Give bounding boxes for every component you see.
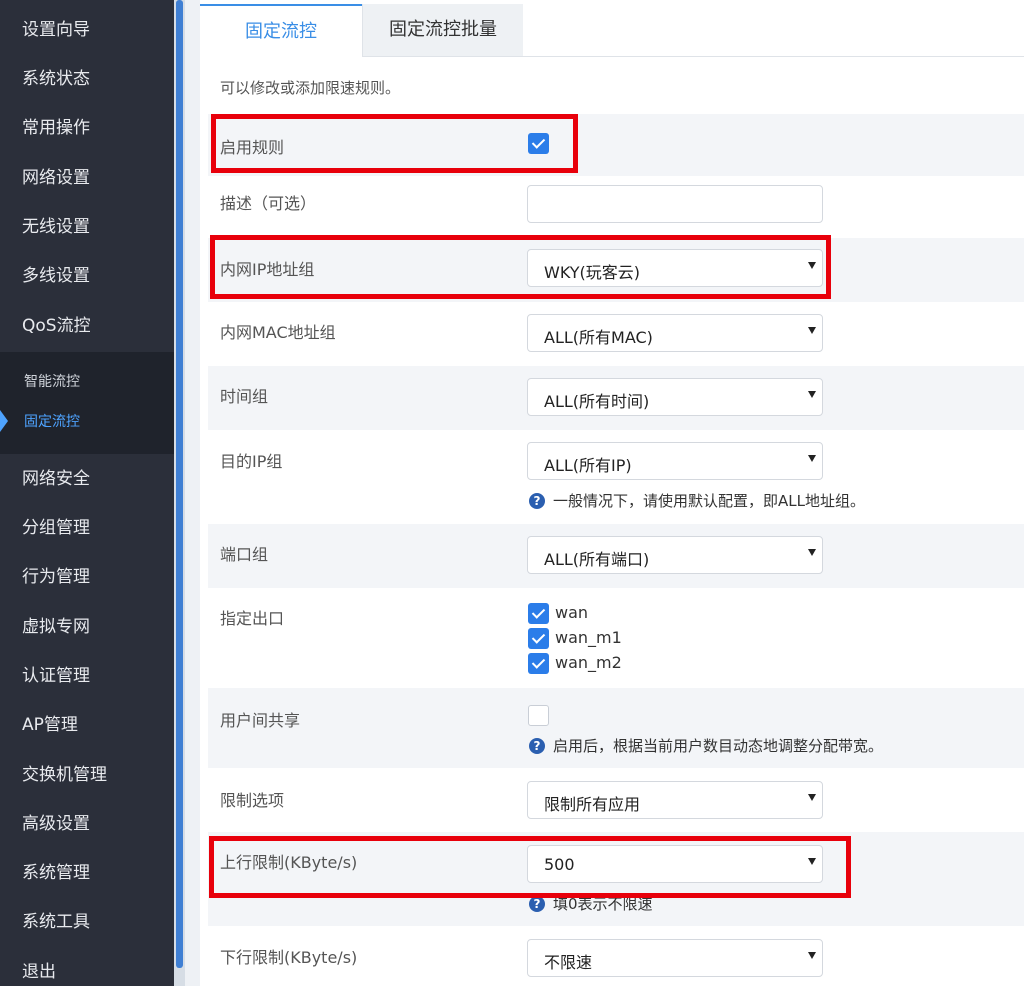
port-group-label: 端口组 — [220, 545, 269, 564]
ip-group-value: WKY(玩客云) — [544, 263, 641, 282]
upload-select[interactable]: 500 — [527, 845, 823, 883]
gutter — [185, 0, 200, 986]
main-panel: 固定流控 固定流控批量 可以修改或添加限速规则。 启用规则 描述（可选） 内网I… — [200, 0, 1024, 986]
scrollbar-thumb[interactable] — [176, 0, 183, 968]
row-outlet: 指定出口 wan wan_m1 wan_m2 — [208, 588, 1024, 688]
qos-submenu: 智能流控 固定流控 — [0, 352, 174, 454]
upload-value: 500 — [544, 855, 575, 874]
share-label: 用户间共享 — [220, 711, 301, 730]
chevron-down-icon — [808, 391, 816, 398]
nav-item-ap-mgmt[interactable]: AP管理 — [0, 701, 174, 750]
outlet-label: 指定出口 — [220, 609, 285, 628]
row-description: 描述（可选） — [208, 176, 1024, 238]
dest-ip-group-select[interactable]: ALL(所有IP) — [527, 442, 823, 480]
description-input[interactable] — [527, 185, 823, 223]
nav-item-switch-mgmt[interactable]: 交换机管理 — [0, 751, 174, 800]
question-icon: ? — [529, 493, 545, 509]
port-group-value: ALL(所有端口) — [544, 550, 650, 569]
share-checkbox[interactable] — [528, 705, 549, 726]
sidebar-scrollbar[interactable] — [174, 0, 185, 986]
row-share: 用户间共享 ? 启用后，根据当前用户数目动态地调整分配带宽。 — [208, 688, 1024, 768]
limit-option-value: 限制所有应用 — [544, 795, 641, 814]
mac-group-select[interactable]: ALL(所有MAC) — [527, 314, 823, 352]
row-mac-group: 内网MAC地址组 ALL(所有MAC) — [208, 302, 1024, 366]
mac-group-value: ALL(所有MAC) — [544, 328, 653, 347]
outlet-wan-m1-label: wan_m1 — [555, 628, 622, 647]
tab-fixed-flow-batch[interactable]: 固定流控批量 — [362, 4, 523, 56]
chevron-down-icon — [808, 327, 816, 334]
row-enable: 启用规则 — [208, 114, 1024, 176]
nav-item-common-ops[interactable]: 常用操作 — [0, 104, 174, 153]
chevron-down-icon — [808, 455, 816, 462]
nav-item-network-settings[interactable]: 网络设置 — [0, 154, 174, 203]
download-label: 下行限制(KByte/s) — [220, 948, 358, 967]
limit-option-select[interactable]: 限制所有应用 — [527, 781, 823, 819]
port-group-select[interactable]: ALL(所有端口) — [527, 536, 823, 574]
row-ip-group: 内网IP地址组 WKY(玩客云) — [208, 238, 1024, 302]
nav-item-vpn[interactable]: 虚拟专网 — [0, 603, 174, 652]
description-label: 描述（可选） — [220, 194, 317, 213]
outlet-wan-m2-label: wan_m2 — [555, 653, 622, 672]
dest-ip-group-label: 目的IP组 — [220, 452, 283, 471]
nav-item-setup-wizard[interactable]: 设置向导 — [0, 6, 174, 55]
chevron-down-icon — [808, 262, 816, 269]
enable-label: 启用规则 — [220, 138, 285, 157]
outlet-wan-label: wan — [555, 603, 589, 622]
row-dest-ip-group: 目的IP组 ALL(所有IP) ? 一般情况下，请使用默认配置，即ALL地址组。 — [208, 430, 1024, 524]
nav-item-qos[interactable]: QoS流控 — [0, 302, 174, 351]
upload-help: 填0表示不限速 — [553, 895, 653, 913]
row-upload: 上行限制(KByte/s) 500 ? 填0表示不限速 — [208, 832, 1024, 926]
nav-item-wireless-settings[interactable]: 无线设置 — [0, 203, 174, 252]
active-indicator-icon — [0, 410, 8, 432]
row-time-group: 时间组 ALL(所有时间) — [208, 366, 1024, 430]
ip-group-label: 内网IP地址组 — [220, 260, 315, 279]
nav-item-network-security[interactable]: 网络安全 — [0, 455, 174, 504]
nav-item-auth-mgmt[interactable]: 认证管理 — [0, 652, 174, 701]
nav-item-advanced[interactable]: 高级设置 — [0, 800, 174, 849]
question-icon: ? — [529, 896, 545, 912]
mac-group-label: 内网MAC地址组 — [220, 323, 336, 342]
row-download: 下行限制(KByte/s) 不限速 — [208, 926, 1024, 986]
sub-item-smart-flow[interactable]: 智能流控 — [0, 363, 174, 401]
time-group-select[interactable]: ALL(所有时间) — [527, 378, 823, 416]
limit-option-label: 限制选项 — [220, 791, 285, 810]
chevron-down-icon — [808, 952, 816, 959]
ip-group-select[interactable]: WKY(玩客云) — [527, 249, 823, 287]
download-value: 不限速 — [544, 953, 593, 972]
nav-item-multi-line[interactable]: 多线设置 — [0, 252, 174, 301]
outlet-wan-checkbox[interactable] — [528, 603, 549, 624]
row-limit-option: 限制选项 限制所有应用 — [208, 768, 1024, 832]
dest-ip-group-value: ALL(所有IP) — [544, 456, 632, 475]
download-select[interactable]: 不限速 — [527, 939, 823, 977]
row-port-group: 端口组 ALL(所有端口) — [208, 524, 1024, 588]
upload-label: 上行限制(KByte/s) — [220, 853, 358, 872]
tab-fixed-flow[interactable]: 固定流控 — [200, 4, 362, 57]
outlet-wan-m2-checkbox[interactable] — [528, 653, 549, 674]
time-group-value: ALL(所有时间) — [544, 392, 650, 411]
tab-bar: 固定流控 固定流控批量 — [200, 0, 1024, 57]
nav-item-system-status[interactable]: 系统状态 — [0, 55, 174, 104]
chevron-down-icon — [808, 549, 816, 556]
share-help: 启用后，根据当前用户数目动态地调整分配带宽。 — [553, 737, 884, 755]
chevron-down-icon — [808, 794, 816, 801]
outlet-wan-m1-checkbox[interactable] — [528, 628, 549, 649]
chevron-down-icon — [808, 858, 816, 865]
question-icon: ? — [529, 738, 545, 754]
nav-item-system-tools[interactable]: 系统工具 — [0, 898, 174, 947]
time-group-label: 时间组 — [220, 387, 269, 406]
nav-item-group-mgmt[interactable]: 分组管理 — [0, 504, 174, 553]
nav-item-behavior-mgmt[interactable]: 行为管理 — [0, 553, 174, 602]
enable-checkbox[interactable] — [528, 133, 549, 154]
nav-item-system-mgmt[interactable]: 系统管理 — [0, 849, 174, 898]
sub-item-fixed-flow[interactable]: 固定流控 — [0, 403, 174, 441]
nav-item-logout[interactable]: 退出 — [0, 948, 174, 997]
dest-ip-group-help: 一般情况下，请使用默认配置，即ALL地址组。 — [553, 492, 865, 510]
sidebar: 设置向导 系统状态 常用操作 网络设置 无线设置 多线设置 QoS流控 智能流控… — [0, 0, 174, 986]
page-hint: 可以修改或添加限速规则。 — [220, 79, 401, 97]
